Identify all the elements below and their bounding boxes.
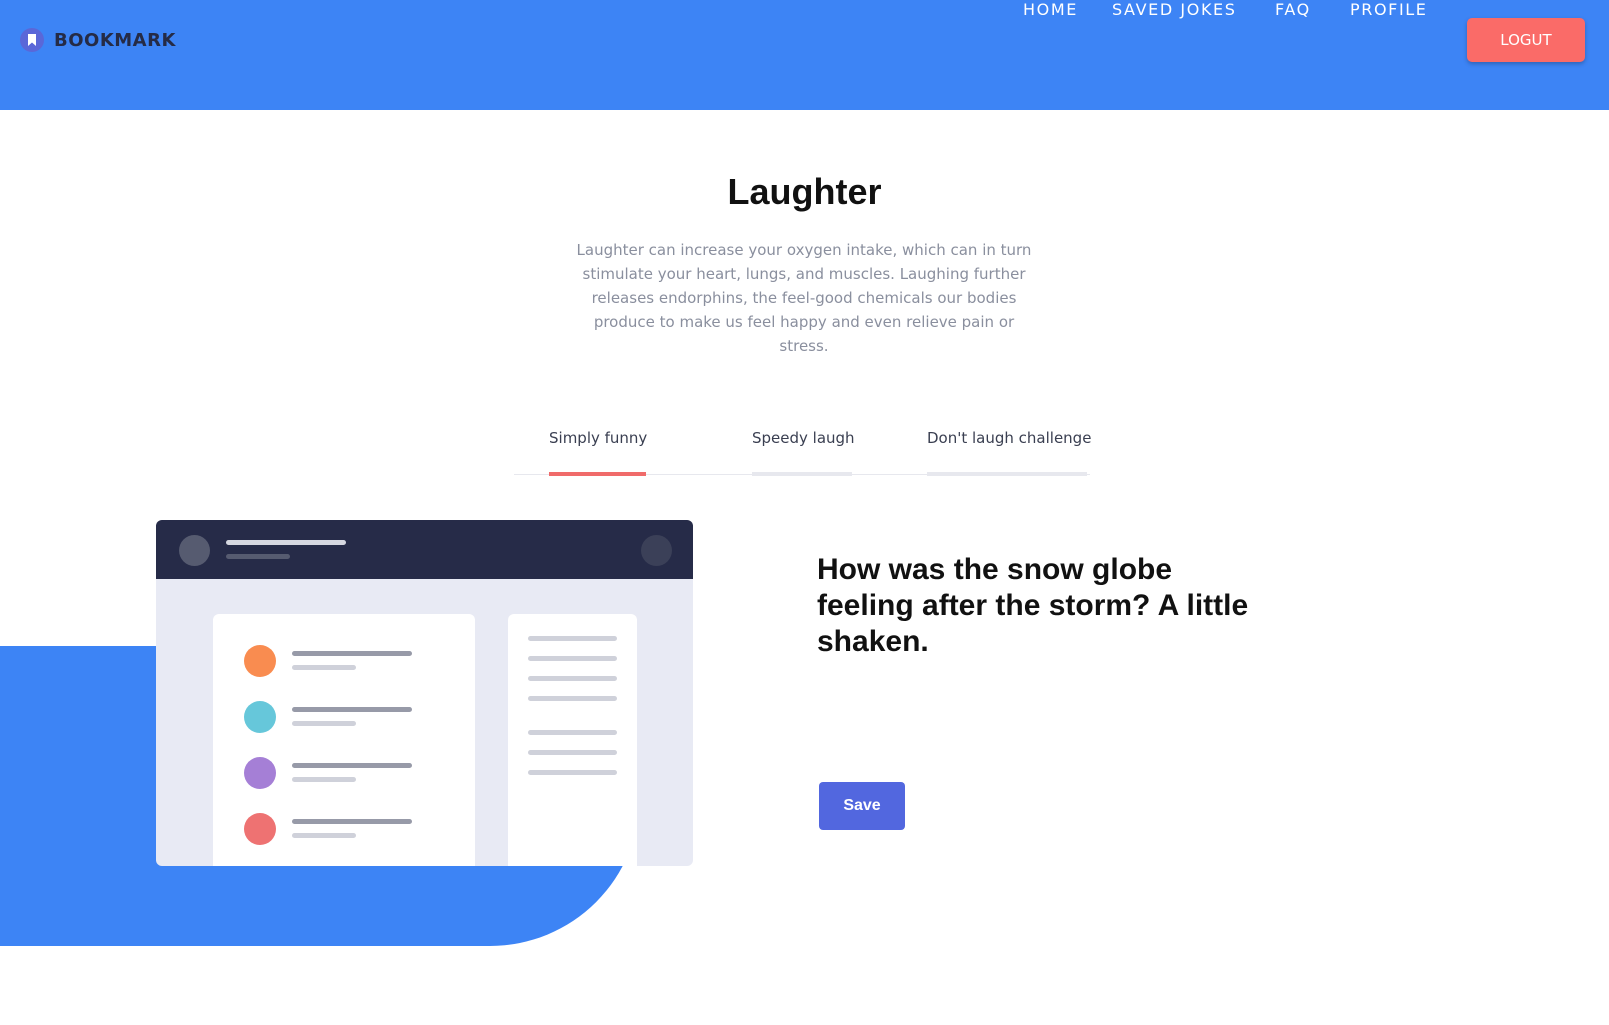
side-line: [528, 750, 617, 755]
mockup-menu-dot: [641, 535, 672, 566]
side-line: [528, 656, 617, 661]
mockup-side-card: [508, 614, 637, 866]
list-dot: [244, 701, 276, 733]
side-line: [528, 770, 617, 775]
category-tabs: Simply funny Speedy laugh Don't laugh ch…: [514, 420, 1092, 476]
tab-underline-active: [549, 472, 646, 476]
page-title: Laughter: [727, 171, 882, 212]
mockup-title-bar: [226, 540, 346, 545]
mockup-list-card: [213, 614, 475, 866]
tab-label: Speedy laugh: [752, 429, 855, 447]
logout-button[interactable]: LOGUT: [1467, 18, 1585, 62]
nav-profile[interactable]: PROFILE: [1350, 0, 1428, 19]
save-joke-button[interactable]: Save: [819, 782, 905, 830]
nav-home[interactable]: HOME: [1023, 0, 1078, 19]
list-subline: [292, 665, 356, 670]
tab-speedy-laugh[interactable]: Speedy laugh: [752, 420, 855, 476]
mockup-subtitle-bar: [226, 554, 290, 559]
tab-simply-funny[interactable]: Simply funny: [549, 420, 648, 476]
brand-logo[interactable]: BOOKMARK: [20, 28, 176, 52]
brand-name: BOOKMARK: [54, 29, 176, 51]
mockup-avatar: [179, 535, 210, 566]
list-line: [292, 707, 412, 712]
tab-label: Don't laugh challenge: [927, 429, 1092, 447]
list-subline: [292, 721, 356, 726]
side-line: [528, 636, 617, 641]
list-dot: [244, 645, 276, 677]
list-dot: [244, 813, 276, 845]
list-line: [292, 763, 412, 768]
mockup-topbar: [156, 520, 693, 579]
bookmark-icon: [20, 28, 44, 52]
tab-dont-laugh-challenge[interactable]: Don't laugh challenge: [927, 420, 1092, 476]
list-line: [292, 819, 412, 824]
side-line: [528, 696, 617, 701]
tab-underline: [927, 472, 1087, 476]
joke-text: How was the snow globe feeling after the…: [817, 553, 1249, 658]
list-subline: [292, 833, 356, 838]
nav-saved-jokes[interactable]: SAVED JOKES: [1112, 0, 1237, 19]
side-line: [528, 676, 617, 681]
list-subline: [292, 777, 356, 782]
nav-faq[interactable]: FAQ: [1275, 0, 1311, 19]
tab-label: Simply funny: [549, 429, 648, 447]
app-mockup-illustration: [156, 520, 693, 866]
list-line: [292, 651, 412, 656]
top-navbar: BOOKMARK HOME SAVED JOKES FAQ PROFILE LO…: [0, 0, 1609, 110]
intro-description: Laughter can increase your oxygen intake…: [576, 241, 1032, 355]
side-line: [528, 730, 617, 735]
tab-underline: [752, 472, 852, 476]
list-dot: [244, 757, 276, 789]
